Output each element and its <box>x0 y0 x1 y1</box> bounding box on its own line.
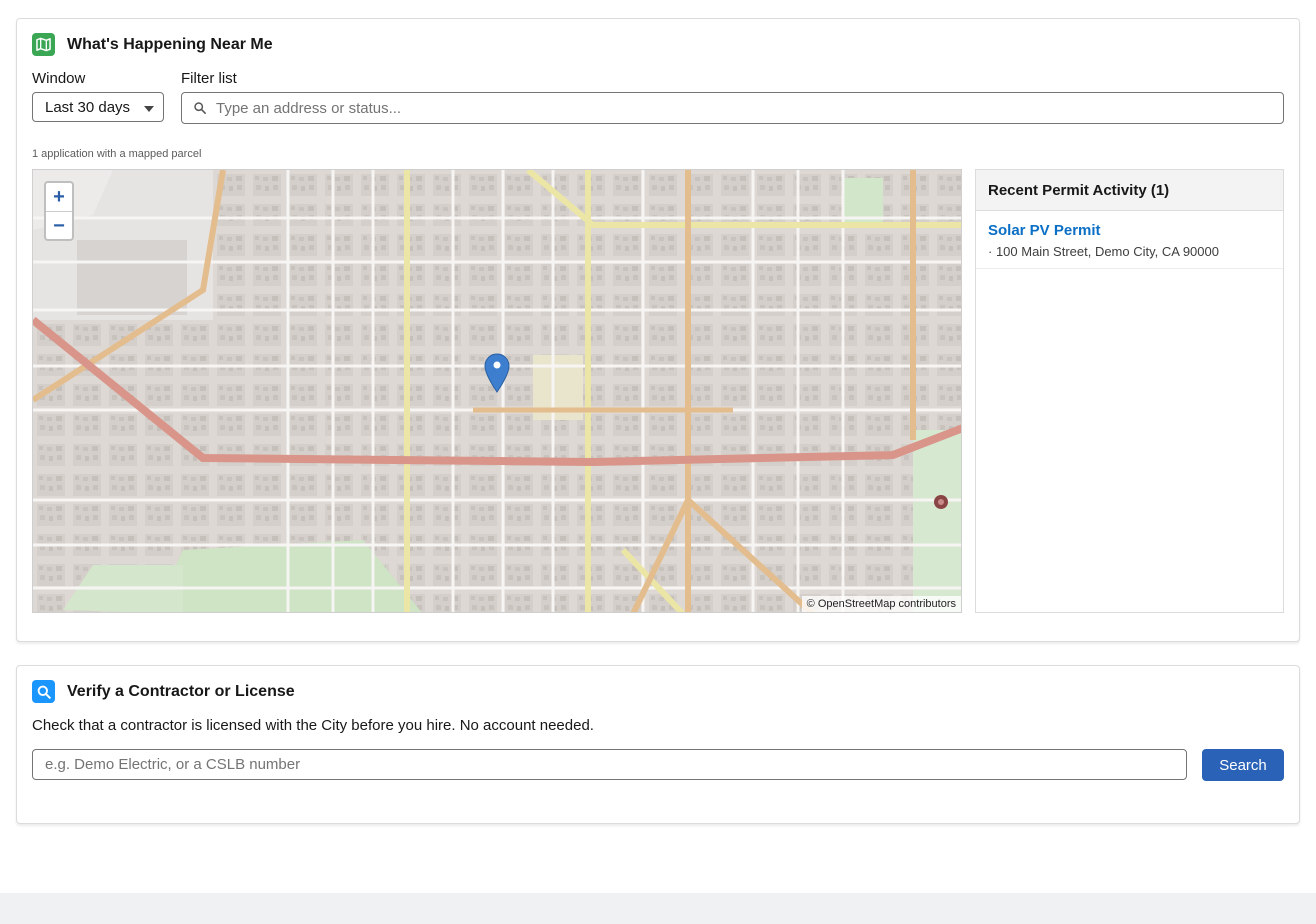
zoom-in-button[interactable]: + <box>46 183 72 212</box>
verify-header: Verify a Contractor or License <box>32 680 295 703</box>
happening-title: What's Happening Near Me <box>67 35 273 53</box>
window-select[interactable]: Last 30 days <box>32 92 164 122</box>
verify-description: Check that a contractor is licensed with… <box>32 717 594 734</box>
permit-address: · 100 Main Street, Demo City, CA 90000 <box>988 244 1219 259</box>
mapped-count-note: 1 application with a mapped parcel <box>32 148 202 160</box>
contractor-search-input[interactable] <box>32 749 1187 780</box>
permit-activity-header: Recent Permit Activity (1) <box>976 170 1283 211</box>
map-pin-icon[interactable] <box>484 353 510 393</box>
window-label: Window <box>32 70 86 87</box>
filter-input[interactable] <box>214 98 1218 118</box>
window-select-value: Last 30 days <box>45 98 131 116</box>
permit-activity-panel: Recent Permit Activity (1) Solar PV Perm… <box>975 169 1284 613</box>
search-button[interactable]: Search <box>1202 749 1284 781</box>
list-item: Solar PV Permit · 100 Main Street, Demo … <box>976 211 1283 269</box>
chevron-down-icon <box>144 106 154 112</box>
page-footer-band <box>0 893 1316 924</box>
map-attribution[interactable]: © OpenStreetMap contributors <box>801 596 961 612</box>
happening-header: What's Happening Near Me <box>32 33 273 56</box>
map-icon <box>32 33 55 56</box>
permit-link[interactable]: Solar PV Permit <box>988 222 1271 239</box>
map-view[interactable]: + − © OpenStreetMap contributors <box>32 169 962 613</box>
happening-card: What's Happening Near Me Window Last 30 … <box>16 18 1300 642</box>
permit-activity-title: Recent Permit Activity (1) <box>988 181 1170 199</box>
zoom-control: + − <box>44 181 74 241</box>
search-icon <box>32 680 55 703</box>
search-icon <box>194 102 206 114</box>
verify-card: Verify a Contractor or License Check tha… <box>16 665 1300 824</box>
zoom-out-button[interactable]: − <box>46 212 72 239</box>
filter-label: Filter list <box>181 70 237 87</box>
filter-field[interactable] <box>181 92 1284 124</box>
verify-title: Verify a Contractor or License <box>67 682 295 700</box>
